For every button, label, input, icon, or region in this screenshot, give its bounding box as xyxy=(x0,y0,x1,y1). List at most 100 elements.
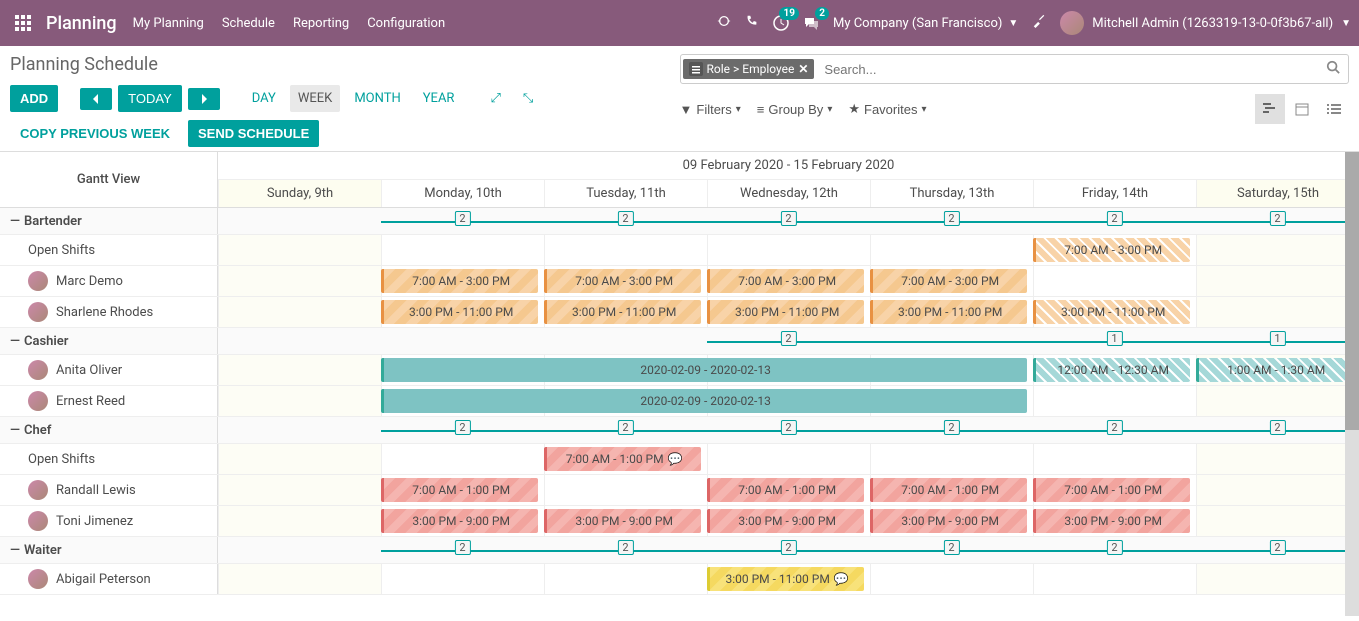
gantt-cell[interactable] xyxy=(1196,297,1359,327)
shift-pill[interactable]: 7:00 AM - 1:00 PM xyxy=(381,478,538,502)
search-icon[interactable] xyxy=(1318,60,1348,78)
gantt-cell[interactable] xyxy=(1033,444,1196,474)
gantt-cell[interactable] xyxy=(218,564,381,594)
gantt-cell[interactable] xyxy=(218,355,381,385)
scale-month[interactable]: MONTH xyxy=(346,85,408,112)
shift-pill[interactable]: 7:00 AM - 3:00 PM xyxy=(381,269,538,293)
gantt-cell[interactable] xyxy=(218,444,381,474)
shift-pill[interactable]: 7:00 AM - 3:00 PM xyxy=(707,269,864,293)
today-button[interactable]: TODAY xyxy=(118,85,182,112)
gantt-cell[interactable] xyxy=(544,235,707,265)
gantt-cell[interactable] xyxy=(1196,506,1359,536)
phone-icon[interactable] xyxy=(745,14,759,32)
group-row[interactable]: — Waiter222222 xyxy=(0,537,1359,564)
shift-pill[interactable]: 7:00 AM - 1:00 PM xyxy=(1033,478,1190,502)
gantt-cell[interactable] xyxy=(1196,386,1359,416)
menu-reporting[interactable]: Reporting xyxy=(293,16,349,31)
gantt-cell[interactable] xyxy=(218,386,381,416)
menu-schedule[interactable]: Schedule xyxy=(222,16,275,31)
shift-pill[interactable]: 3:00 PM - 11:00 PM xyxy=(707,300,864,324)
shift-pill[interactable]: 7:00 AM - 1:00 PM xyxy=(707,478,864,502)
shift-pill[interactable]: 3:00 PM - 9:00 PM xyxy=(1033,509,1190,533)
gantt-cell[interactable] xyxy=(1196,475,1359,505)
gantt-cell[interactable] xyxy=(381,564,544,594)
company-switcher[interactable]: My Company (San Francisco) ▼ xyxy=(833,16,1018,31)
gantt-cell[interactable] xyxy=(1196,266,1359,296)
view-list-button[interactable] xyxy=(1319,94,1349,124)
gantt-cell[interactable] xyxy=(218,297,381,327)
gantt-cell[interactable] xyxy=(707,444,870,474)
gantt-cell[interactable] xyxy=(381,235,544,265)
shift-pill[interactable]: 7:00 AM - 1:00 PM xyxy=(870,478,1027,502)
shift-pill[interactable]: 3:00 PM - 9:00 PM xyxy=(381,509,538,533)
add-button[interactable]: ADD xyxy=(10,85,58,112)
user-menu[interactable]: Mitchell Admin (1263319-13-0-0f3b67-all)… xyxy=(1060,11,1351,35)
shift-pill[interactable]: 12:00 AM - 12:30 AM xyxy=(1033,358,1190,382)
tools-icon[interactable] xyxy=(1032,14,1046,32)
copy-previous-button[interactable]: COPY PREVIOUS WEEK xyxy=(10,120,180,147)
scale-year[interactable]: YEAR xyxy=(415,85,463,112)
view-gantt-button[interactable] xyxy=(1255,94,1285,124)
day-header: Friday, 14th xyxy=(1033,180,1196,207)
menu-my-planning[interactable]: My Planning xyxy=(133,16,204,31)
gantt-cell[interactable] xyxy=(1033,266,1196,296)
activity-icon[interactable]: 19 xyxy=(773,15,789,31)
gantt-body[interactable]: — Bartender222222Open Shifts7:00 AM - 3:… xyxy=(0,208,1359,614)
shift-pill[interactable]: 7:00 AM - 3:00 PM xyxy=(544,269,701,293)
shift-pill[interactable]: 2020-02-09 - 2020-02-13 xyxy=(381,358,1027,382)
gantt-cell[interactable] xyxy=(218,266,381,296)
discuss-icon[interactable]: 2 xyxy=(803,15,819,31)
gantt-cell[interactable] xyxy=(870,444,1033,474)
gantt-cell[interactable] xyxy=(1033,386,1196,416)
shift-pill[interactable]: 7:00 AM - 1:00 PM💬 xyxy=(544,447,701,471)
group-row[interactable]: — Chef222222 xyxy=(0,417,1359,444)
group-row[interactable]: — Bartender222222 xyxy=(0,208,1359,235)
menu-configuration[interactable]: Configuration xyxy=(367,16,445,31)
filters-button[interactable]: ▼Filters▾ xyxy=(680,101,741,117)
shift-pill[interactable]: 3:00 PM - 11:00 PM xyxy=(381,300,538,324)
gantt-cell[interactable] xyxy=(1196,444,1359,474)
scrollbar[interactable] xyxy=(1345,152,1359,616)
remove-facet-icon[interactable]: ✕ xyxy=(798,62,808,76)
shift-pill[interactable]: 2020-02-09 - 2020-02-13 xyxy=(381,389,1027,413)
shift-pill[interactable]: 1:00 AM - 1:30 AM xyxy=(1196,358,1353,382)
search-input[interactable] xyxy=(816,58,1318,81)
expand-icon[interactable]: ⤢ xyxy=(482,85,508,112)
favorites-button[interactable]: ★Favorites▾ xyxy=(848,101,926,117)
debug-icon[interactable] xyxy=(717,14,731,32)
gantt-cell[interactable] xyxy=(870,235,1033,265)
shift-pill[interactable]: 3:00 PM - 9:00 PM xyxy=(870,509,1027,533)
send-schedule-button[interactable]: SEND SCHEDULE xyxy=(188,120,319,147)
gantt-cell[interactable] xyxy=(707,235,870,265)
shift-pill[interactable]: 7:00 AM - 3:00 PM xyxy=(870,269,1027,293)
gantt-cell[interactable] xyxy=(544,564,707,594)
prev-button[interactable] xyxy=(80,88,112,110)
gantt-cell[interactable] xyxy=(1033,564,1196,594)
apps-icon[interactable] xyxy=(8,15,38,31)
shift-pill[interactable]: 3:00 PM - 11:00 PM xyxy=(544,300,701,324)
gantt-cell[interactable] xyxy=(1196,564,1359,594)
groupby-button[interactable]: ≡Group By▾ xyxy=(757,101,833,117)
shift-pill[interactable]: 7:00 AM - 3:00 PM xyxy=(1033,238,1190,262)
gantt-cell[interactable] xyxy=(1196,235,1359,265)
scale-day[interactable]: DAY xyxy=(244,85,284,112)
shift-pill[interactable]: 3:00 PM - 11:00 PM xyxy=(1033,300,1190,324)
view-calendar-button[interactable] xyxy=(1287,94,1317,124)
search-facet[interactable]: Role > Employee ✕ xyxy=(683,59,815,79)
shift-pill[interactable]: 3:00 PM - 9:00 PM xyxy=(707,509,864,533)
scale-week[interactable]: WEEK xyxy=(290,85,340,112)
collapse-icon[interactable]: ⤡ xyxy=(515,85,541,112)
shift-pill[interactable]: 3:00 PM - 11:00 PM xyxy=(870,300,1027,324)
gantt-cell[interactable] xyxy=(218,506,381,536)
gantt-cell[interactable] xyxy=(218,235,381,265)
group-row[interactable]: — Cashier211 xyxy=(0,328,1359,355)
app-brand[interactable]: Planning xyxy=(38,13,133,34)
gantt-cell[interactable] xyxy=(381,444,544,474)
summary-badge: 2 xyxy=(454,211,470,226)
gantt-cell[interactable] xyxy=(870,564,1033,594)
shift-pill[interactable]: 3:00 PM - 11:00 PM💬 xyxy=(707,567,864,591)
gantt-cell[interactable] xyxy=(218,475,381,505)
next-button[interactable] xyxy=(188,88,220,110)
gantt-cell[interactable] xyxy=(544,475,707,505)
shift-pill[interactable]: 3:00 PM - 9:00 PM xyxy=(544,509,701,533)
